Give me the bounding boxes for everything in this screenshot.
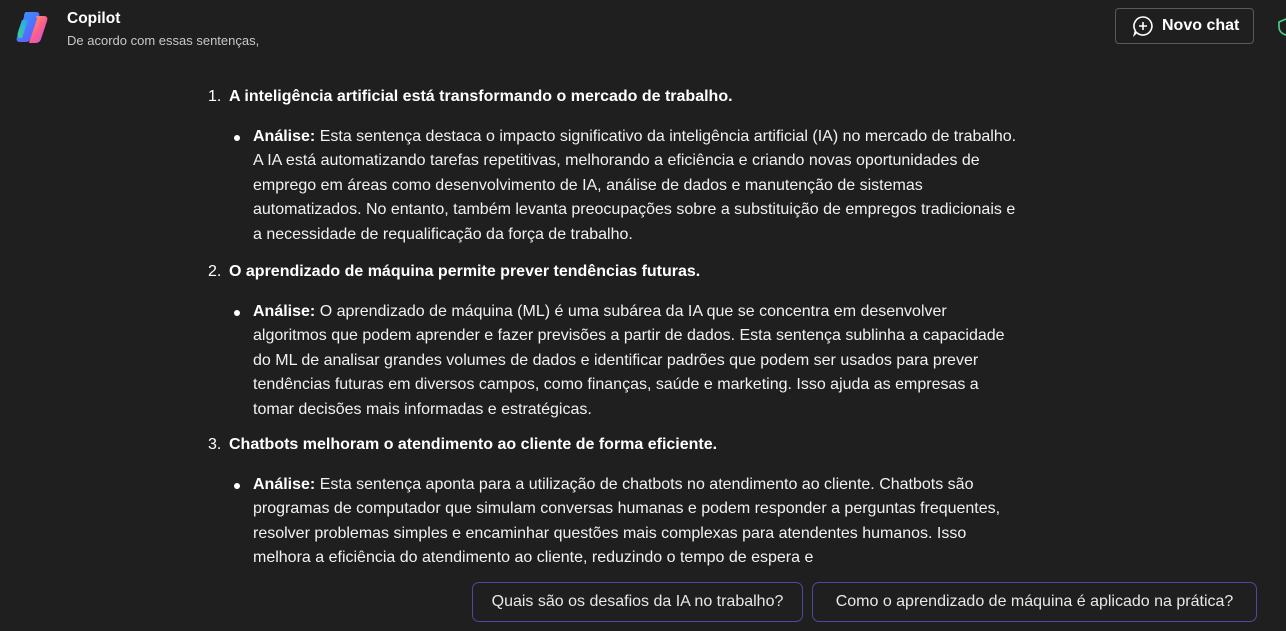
item-number: 3. xyxy=(208,436,222,454)
suggestion-chips: Quais são os desafios da IA no trabalho?… xyxy=(0,582,1286,622)
list-item: 3. Chatbots melhoram o atendimento ao cl… xyxy=(200,433,1030,571)
bullet-dot xyxy=(234,135,240,141)
suggestion-chip[interactable]: Quais são os desafios da IA no trabalho? xyxy=(472,582,803,622)
item-heading: 3. Chatbots melhoram o atendimento ao cl… xyxy=(200,433,1030,457)
analysis-text: O aprendizado de máquina (ML) é uma subá… xyxy=(253,303,1005,418)
shield-icon[interactable] xyxy=(1277,18,1286,36)
item-number: 1. xyxy=(208,88,222,105)
item-heading-text: Chatbots melhoram o atendimento ao clien… xyxy=(229,436,718,454)
item-heading-text: O aprendizado de máquina permite prever … xyxy=(229,263,701,281)
analysis-bullet: Análise: Esta sentença aponta para a uti… xyxy=(200,473,1023,571)
analysis-bullet: Análise: O aprendizado de máquina (ML) é… xyxy=(200,300,1023,422)
app-title: Copilot xyxy=(67,10,121,27)
message-area: 1. A inteligência artificial está transf… xyxy=(0,62,1286,572)
item-number: 2. xyxy=(208,263,222,281)
analysis-text: Esta sentença aponta para a utilização d… xyxy=(253,476,1001,567)
list-item: 1. A inteligência artificial está transf… xyxy=(200,85,1030,247)
chat-plus-icon xyxy=(1133,16,1153,37)
copilot-logo xyxy=(16,12,48,43)
header: Copilot De acordo com essas sentenças, N… xyxy=(0,0,1286,58)
analysis-label: Análise: xyxy=(253,128,316,145)
list-item: 2. O aprendizado de máquina permite prev… xyxy=(200,260,1030,422)
new-chat-label: Novo chat xyxy=(1162,17,1240,34)
analysis-label: Análise: xyxy=(253,303,316,321)
suggestion-chip[interactable]: Como o aprendizado de máquina é aplicado… xyxy=(812,582,1257,622)
analysis-text: Esta sentença destaca o impacto signific… xyxy=(253,128,1017,243)
item-heading: 1. A inteligência artificial está transf… xyxy=(200,85,1030,109)
bullet-dot xyxy=(234,483,240,490)
chat-subtitle: De acordo com essas sentenças, xyxy=(67,33,260,48)
analysis-label: Análise: xyxy=(253,476,316,494)
analysis-bullet: Análise: Esta sentença destaca o impacto… xyxy=(200,125,1023,247)
new-chat-button[interactable]: Novo chat xyxy=(1115,8,1254,44)
assistant-message: 1. A inteligência artificial está transf… xyxy=(200,62,1030,571)
bullet-dot xyxy=(234,310,240,317)
item-heading: 2. O aprendizado de máquina permite prev… xyxy=(200,260,1030,284)
item-heading-text: A inteligência artificial está transform… xyxy=(229,88,733,105)
